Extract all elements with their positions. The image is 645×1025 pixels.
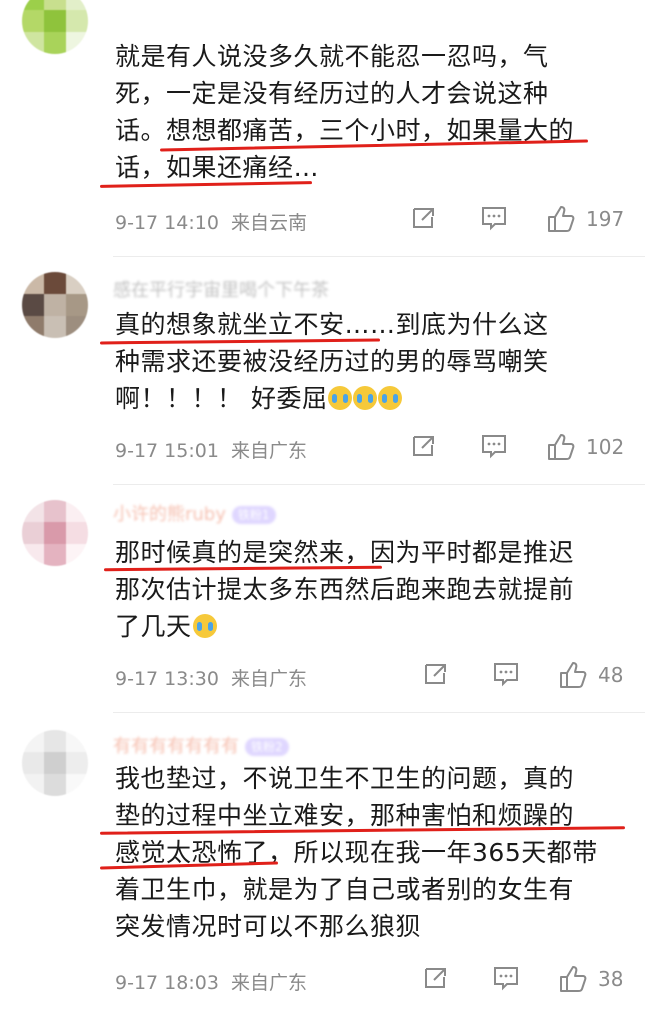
crying-emoji-icon [353,386,378,410]
fan-badge: 铁粉1 [231,506,276,524]
thumbs-up-icon[interactable] [546,432,576,462]
comment-line: 着卫生巾，就是为了自己或者别的女生有 [115,875,575,904]
comment-actions: 48 [400,660,630,690]
comment-icon[interactable] [492,660,520,690]
timestamp: 9-17 14:10 [115,212,219,234]
comment-icon[interactable] [480,432,508,462]
comment-line: 那次估计提太多东西然后跑来跑去就提前 [115,575,575,604]
share-icon[interactable] [410,432,438,462]
location: 来自广东 [230,972,307,994]
avatar[interactable] [22,0,88,54]
comment-line: 啊！！！！ 好委屈 [115,380,605,417]
share-icon[interactable] [410,204,438,234]
like-count: 197 [586,207,625,231]
comment-line: 了几天 [115,608,605,645]
like-count: 48 [598,663,624,687]
share-icon[interactable] [422,660,450,690]
thumbs-up-icon[interactable] [546,204,576,234]
comment-text: 那时候真的是突然来，因为平时都是推迟 那次估计提太多东西然后跑来跑去就提前 了几… [115,534,605,645]
thumbs-up-icon[interactable] [558,660,588,690]
comment-text: 就是有人说没多久就不能忍一忍吗，气 死，一定是没有经历过的人才会说这种 话。想想… [115,38,605,186]
location: 来自云南 [230,212,307,234]
username[interactable]: 有有有有有有有 铁粉2 [113,732,289,758]
comment-icon[interactable] [480,204,508,234]
thumbs-up-icon[interactable] [558,964,588,994]
comment-meta: 9-17 15:01 来自广东 [115,436,307,463]
timestamp: 9-17 15:01 [115,440,219,462]
comment-icon[interactable] [492,964,520,994]
crying-emoji-icon [328,386,353,410]
divider [113,712,645,713]
location: 来自广东 [230,440,307,462]
divider [113,484,645,485]
comment-line: 种需求还要被没经历过的男的辱骂嘲笑 [115,347,549,376]
avatar[interactable] [22,500,88,566]
comment-line: 真的想象就坐立不安……到底为什么这 [115,310,549,339]
like-count: 102 [586,435,625,459]
comment-text: 真的想象就坐立不安……到底为什么这 种需求还要被没经历过的男的辱骂嘲笑 啊！！！… [115,306,605,417]
avatar[interactable] [22,272,88,338]
share-icon[interactable] [422,964,450,994]
crying-emoji-icon [378,386,403,410]
comment-actions: 197 [400,204,630,234]
avatar[interactable] [22,730,88,796]
timestamp: 9-17 13:30 [115,668,219,690]
username[interactable]: 感在平行宇宙里喝个下午茶 [113,276,329,302]
location: 来自广东 [230,668,307,690]
divider [113,256,645,257]
like-count: 38 [598,967,624,991]
comment-line: 我也垫过，不说卫生不卫生的问题，真的 [115,764,575,793]
username[interactable]: 小许的熊ruby 铁粉1 [113,500,276,526]
fan-badge: 铁粉2 [245,738,289,756]
comment-line: 话，如果还痛经… [115,153,320,182]
comment-line: 突发情况时可以不那么狼狈 [115,912,422,941]
comment-actions: 38 [400,964,630,994]
crying-emoji-icon [192,614,217,638]
comment-line: 死，一定是没有经历过的人才会说这种 [115,79,549,108]
timestamp: 9-17 18:03 [115,972,219,994]
comment-text: 我也垫过，不说卫生不卫生的问题，真的 垫的过程中坐立难安，那种害怕和烦躁的 感觉… [115,760,605,945]
comment-meta: 9-17 13:30 来自广东 [115,664,307,691]
comment-meta: 9-17 14:10 来自云南 [115,208,307,235]
comment-actions: 102 [400,432,630,462]
comment-line: 就是有人说没多久就不能忍一忍吗，气 [115,42,549,71]
comment-meta: 9-17 18:03 来自广东 [115,968,307,995]
